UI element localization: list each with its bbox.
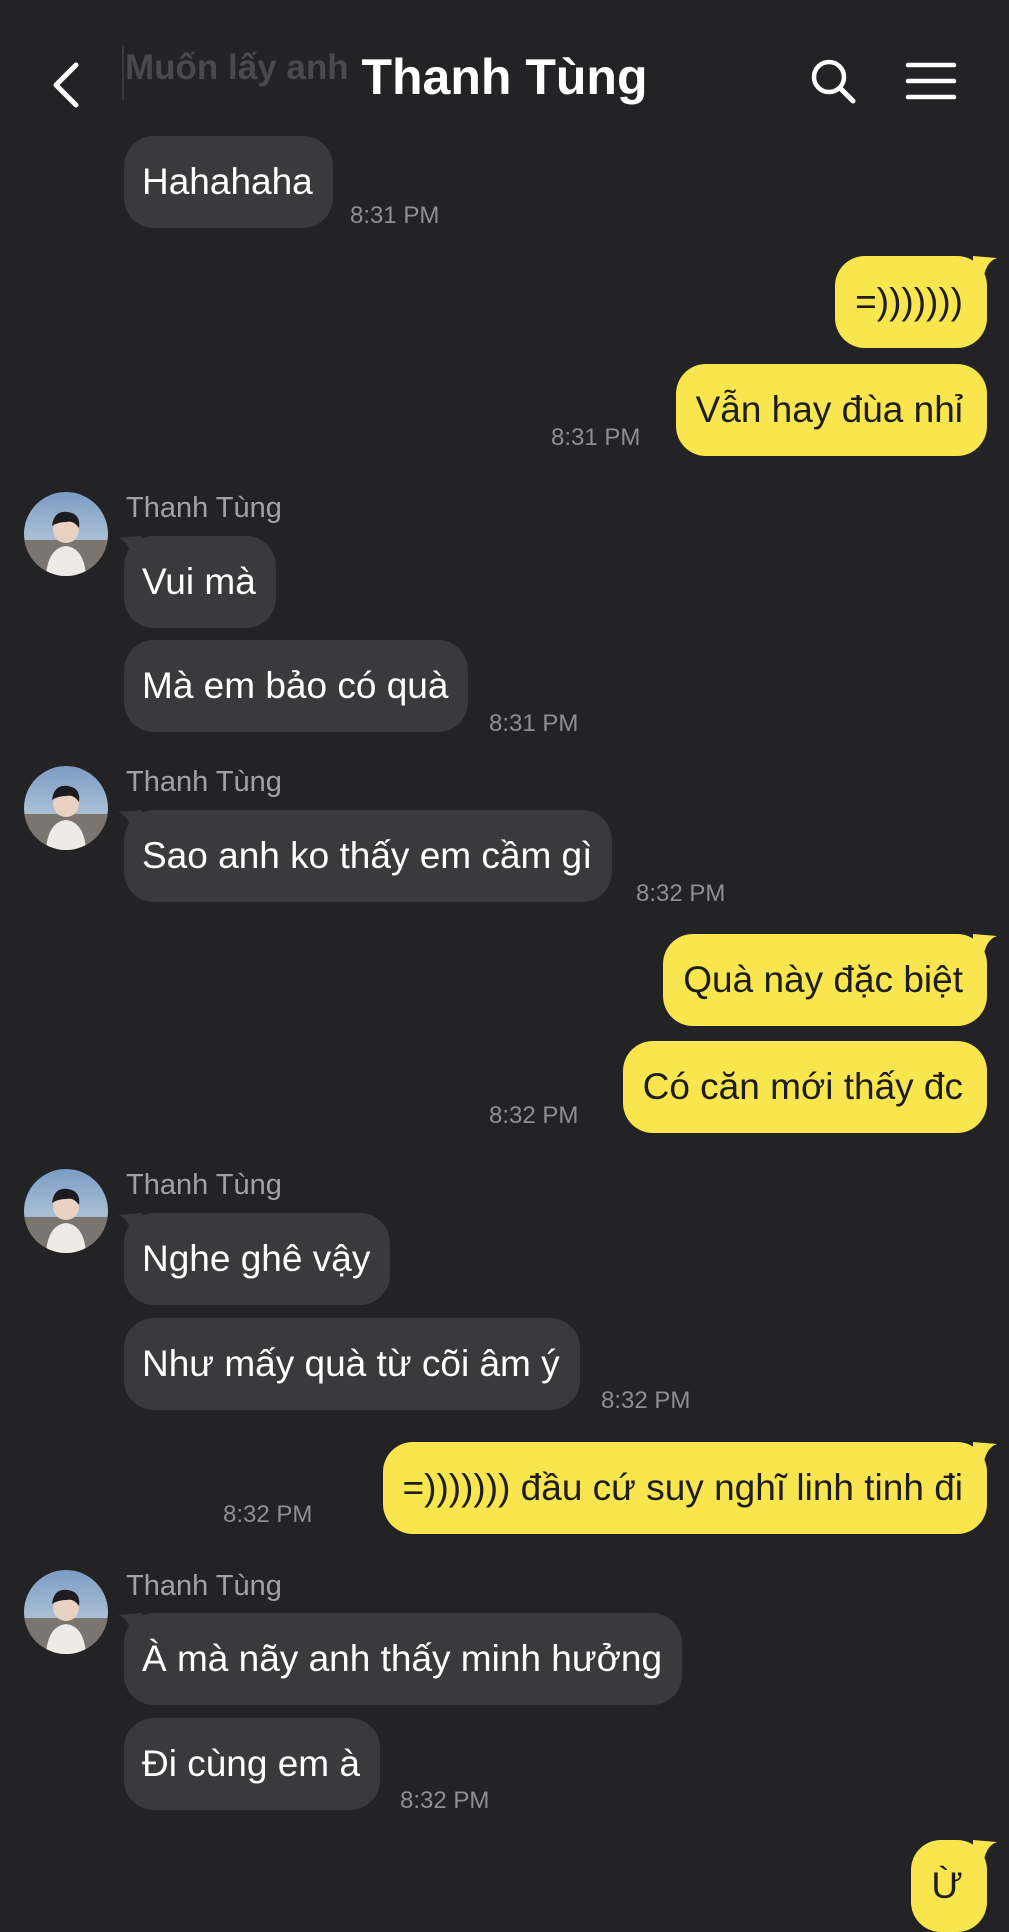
sender-name: Thanh Tùng (126, 766, 282, 798)
hamburger-menu-icon (905, 62, 957, 100)
bubble-tail (973, 256, 997, 282)
message-time: 8:32 PM (636, 880, 726, 907)
incoming-message-bubble[interactable]: Đi cùng em à (124, 1718, 380, 1810)
message-time: 8:32 PM (601, 1387, 691, 1414)
avatar[interactable] (24, 492, 108, 576)
avatar[interactable] (24, 1570, 108, 1654)
message-time: 8:31 PM (489, 710, 579, 737)
search-button[interactable] (808, 56, 858, 106)
message-time: 8:32 PM (489, 1102, 579, 1129)
outgoing-message-bubble[interactable]: Có căn mới thấy đc (622, 1041, 987, 1133)
bubble-tail (973, 934, 997, 960)
incoming-message-bubble[interactable]: Như mấy quà từ cõi âm ý (124, 1318, 580, 1410)
search-icon (811, 59, 856, 104)
outgoing-message-bubble[interactable]: =))))))) đầu cứ suy nghĩ linh tinh đi (382, 1442, 987, 1534)
outgoing-message-bubble[interactable]: Quà này đặc biệt (663, 934, 987, 1026)
bubble-tail (973, 1840, 997, 1866)
sender-name: Thanh Tùng (126, 492, 282, 524)
incoming-message-bubble[interactable]: Vui mà (124, 536, 276, 628)
menu-button[interactable] (905, 60, 957, 102)
avatar-photo (24, 1570, 108, 1654)
sender-name: Thanh Tùng (126, 1570, 282, 1602)
incoming-message-bubble[interactable]: Nghe ghê vậy (124, 1213, 391, 1305)
bubble-tail (973, 1442, 997, 1468)
avatar[interactable] (24, 766, 108, 850)
avatar-photo (24, 492, 108, 576)
avatar-photo (24, 766, 108, 850)
incoming-message-bubble[interactable]: Mà em bảo có quà (124, 640, 469, 732)
message-time: 8:32 PM (223, 1501, 313, 1528)
incoming-message-bubble[interactable]: Hahahaha (124, 136, 333, 228)
avatar-photo (24, 1169, 108, 1253)
outgoing-message-bubble[interactable]: Vẫn hay đùa nhỉ (675, 364, 987, 456)
avatar[interactable] (24, 1169, 108, 1253)
message-time: 8:32 PM (400, 1787, 490, 1814)
message-time: 8:31 PM (551, 424, 641, 451)
sender-name: Thanh Tùng (126, 1169, 282, 1201)
incoming-message-bubble[interactable]: Sao anh ko thấy em cầm gì (124, 810, 613, 902)
incoming-message-bubble[interactable]: À mà nãy anh thấy minh hưởng (124, 1613, 683, 1705)
message-time: 8:31 PM (350, 202, 440, 229)
outgoing-message-bubble[interactable]: =))))))) (835, 256, 987, 348)
